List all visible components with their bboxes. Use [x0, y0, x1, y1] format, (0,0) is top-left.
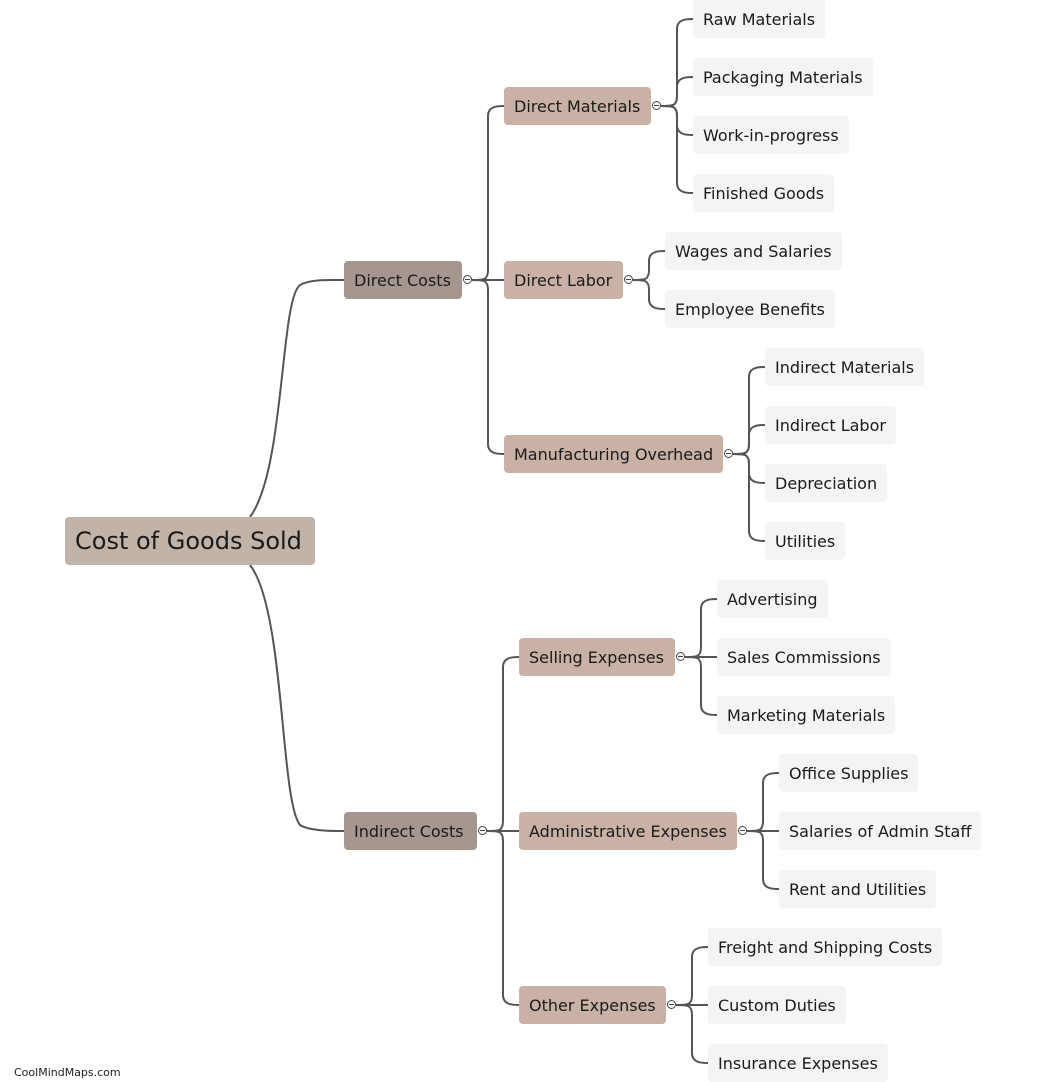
leaf-node[interactable]: Indirect Materials — [765, 348, 925, 386]
leaf-node[interactable]: Marketing Materials — [717, 696, 896, 734]
connector-line — [471, 105, 505, 281]
leaf-node[interactable]: Sales Commissions — [717, 638, 891, 676]
watermark: CoolMindMaps.com — [14, 1066, 121, 1079]
connector-line — [746, 772, 780, 832]
topic-direct-materials[interactable]: Direct Materials — [504, 87, 651, 125]
leaf-label: Office Supplies — [789, 763, 909, 783]
collapse-toggle-icon[interactable] — [676, 652, 685, 661]
collapse-toggle-icon[interactable] — [624, 275, 633, 284]
leaf-label: Sales Commissions — [727, 647, 881, 667]
leaf-node[interactable]: Work-in-progress — [693, 116, 849, 154]
connector-line — [732, 453, 766, 542]
branch-indirect-costs[interactable]: Indirect Costs — [344, 812, 477, 850]
leaf-node[interactable]: Insurance Expenses — [708, 1044, 888, 1082]
topic-label: Direct Materials — [514, 96, 641, 116]
topic-label: Other Expenses — [529, 995, 656, 1015]
connector-line — [471, 279, 505, 455]
leaf-label: Employee Benefits — [675, 299, 825, 319]
topic-administrative-expenses[interactable]: Administrative Expenses — [519, 812, 737, 850]
leaf-label: Salaries of Admin Staff — [789, 821, 972, 841]
leaf-node[interactable]: Utilities — [765, 522, 846, 560]
leaf-label: Wages and Salaries — [675, 241, 832, 261]
root-node[interactable]: Cost of Goods Sold — [65, 517, 315, 565]
collapse-toggle-icon[interactable] — [463, 275, 472, 284]
topic-direct-labor[interactable]: Direct Labor — [504, 261, 623, 299]
leaf-label: Indirect Labor — [775, 415, 886, 435]
leaf-node[interactable]: Wages and Salaries — [665, 232, 842, 270]
leaf-label: Packaging Materials — [703, 67, 863, 87]
leaf-label: Indirect Materials — [775, 357, 915, 377]
connector-line — [684, 656, 718, 716]
leaf-node[interactable]: Office Supplies — [779, 754, 919, 792]
leaf-node[interactable]: Rent and Utilities — [779, 870, 937, 908]
leaf-node[interactable]: Depreciation — [765, 464, 888, 502]
leaf-label: Insurance Expenses — [718, 1053, 878, 1073]
connector-line — [632, 250, 666, 281]
leaf-node[interactable]: Salaries of Admin Staff — [779, 812, 982, 850]
connector-line — [486, 656, 520, 832]
topic-selling-expenses[interactable]: Selling Expenses — [519, 638, 675, 676]
topic-label: Administrative Expenses — [529, 821, 727, 841]
connector-line — [632, 279, 666, 310]
leaf-label: Depreciation — [775, 473, 878, 493]
leaf-node[interactable]: Custom Duties — [708, 986, 846, 1024]
root-label: Cost of Goods Sold — [75, 527, 302, 555]
leaf-node[interactable]: Employee Benefits — [665, 290, 835, 328]
collapse-toggle-icon[interactable] — [652, 101, 661, 110]
topic-label: Direct Labor — [514, 270, 613, 290]
leaf-label: Rent and Utilities — [789, 879, 927, 899]
connector-line — [684, 598, 718, 658]
topic-label: Selling Expenses — [529, 647, 664, 667]
leaf-label: Marketing Materials — [727, 705, 886, 725]
connector-line — [486, 830, 520, 1006]
collapse-toggle-icon[interactable] — [724, 449, 733, 458]
leaf-node[interactable]: Freight and Shipping Costs — [708, 928, 943, 966]
branch-direct-costs[interactable]: Direct Costs — [344, 261, 462, 299]
topic-manufacturing-overhead[interactable]: Manufacturing Overhead — [504, 435, 723, 473]
connector-line — [660, 105, 694, 194]
leaf-node[interactable]: Advertising — [717, 580, 828, 618]
connector-line — [675, 1004, 709, 1064]
leaf-label: Work-in-progress — [703, 125, 839, 145]
collapse-toggle-icon[interactable] — [478, 826, 487, 835]
connector-line — [249, 564, 345, 832]
connector-line — [746, 830, 780, 890]
leaf-label: Custom Duties — [718, 995, 836, 1015]
leaf-label: Freight and Shipping Costs — [718, 937, 933, 957]
connector-line — [249, 278, 345, 518]
leaf-label: Raw Materials — [703, 9, 816, 29]
collapse-toggle-icon[interactable] — [738, 826, 747, 835]
leaf-label: Finished Goods — [703, 183, 825, 203]
topic-label: Manufacturing Overhead — [514, 444, 714, 464]
leaf-label: Utilities — [775, 531, 836, 551]
topic-other-expenses[interactable]: Other Expenses — [519, 986, 666, 1024]
connector-line — [675, 946, 709, 1006]
branch-label: Indirect Costs — [354, 821, 464, 841]
leaf-node[interactable]: Indirect Labor — [765, 406, 896, 444]
collapse-toggle-icon[interactable] — [667, 1000, 676, 1009]
leaf-label: Advertising — [727, 589, 818, 609]
leaf-node[interactable]: Raw Materials — [693, 0, 826, 38]
branch-label: Direct Costs — [354, 270, 451, 290]
leaf-node[interactable]: Packaging Materials — [693, 58, 873, 96]
leaf-node[interactable]: Finished Goods — [693, 174, 835, 212]
